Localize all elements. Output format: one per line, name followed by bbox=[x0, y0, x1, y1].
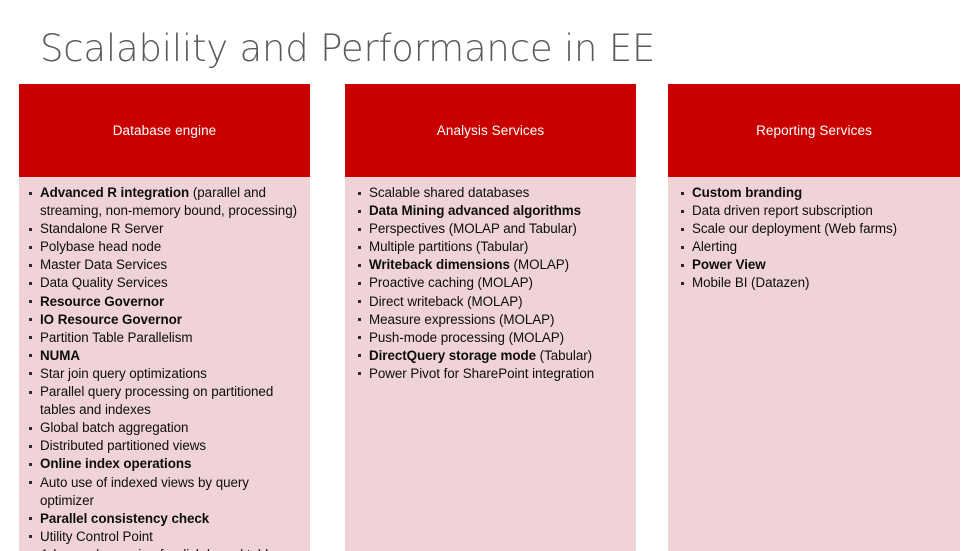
column-header-label: Database engine bbox=[112, 122, 217, 138]
list-item-emphasis: IO Resource Governor bbox=[40, 311, 182, 327]
list-item-text: Scale our deployment (Web farms) bbox=[692, 221, 898, 237]
list-item: Standalone R Server bbox=[25, 220, 304, 238]
list-item-text: Mobile BI (Datazen) bbox=[692, 275, 810, 291]
list-item: Push-mode processing (MOLAP) bbox=[354, 329, 630, 347]
list-item: Parallel consistency check bbox=[25, 510, 304, 528]
column-header-analysis-services: Analysis Services bbox=[345, 84, 636, 177]
list-item: Data Quality Services bbox=[25, 274, 304, 292]
list-item-text: Data Quality Services bbox=[40, 275, 168, 291]
list-item-emphasis: Advanced R integration bbox=[40, 185, 190, 200]
list-item-text: Polybase head node bbox=[40, 239, 162, 255]
column-body-database-engine: Advanced R integration (parallel and str… bbox=[19, 177, 310, 551]
list-item-text: (MOLAP) bbox=[509, 257, 570, 273]
list-item-text: (Tabular) bbox=[535, 347, 593, 363]
list-item: Scalable shared databases bbox=[354, 184, 630, 202]
list-item-emphasis: NUMA bbox=[40, 347, 80, 363]
list-item: Mobile BI (Datazen) bbox=[677, 274, 954, 292]
list-item: Master Data Services bbox=[25, 256, 304, 274]
list-item: Distributed partitioned views bbox=[25, 437, 304, 455]
list-item-text: Partition Table Parallelism bbox=[40, 329, 193, 345]
list-item-emphasis: Writeback dimensions bbox=[369, 257, 510, 273]
list-item: Multiple partitions (Tabular) bbox=[354, 238, 630, 256]
column-body-reporting-services: Custom branding Data driven report subscr… bbox=[668, 177, 960, 551]
list-item-text: Alerting bbox=[692, 239, 738, 255]
list-item: Star join query optimizations bbox=[25, 365, 304, 383]
list-item-text: Proactive caching (MOLAP) bbox=[369, 275, 533, 291]
list-item: Writeback dimensions (MOLAP) bbox=[354, 256, 630, 274]
column-header-database-engine: Database engine bbox=[19, 84, 310, 177]
list-item: Online index operations bbox=[25, 455, 304, 473]
list-item-text: Scalable shared databases bbox=[369, 185, 530, 200]
list-item-text: Star join query optimizations bbox=[40, 365, 207, 381]
list-item-emphasis: Online index operations bbox=[40, 456, 192, 472]
list-item: IO Resource Governor bbox=[25, 311, 304, 329]
list-item-emphasis: Data Mining advanced algorithms bbox=[369, 203, 581, 219]
list-item: Scale our deployment (Web farms) bbox=[677, 220, 954, 238]
list-item-text: Perspectives (MOLAP and Tabular) bbox=[369, 221, 577, 237]
list-item: Data Mining advanced algorithms bbox=[354, 202, 630, 220]
list-item-text: Data driven report subscription bbox=[692, 203, 873, 219]
column-analysis-services: Analysis Services Scalable shared databa… bbox=[345, 84, 636, 551]
bullet-list-database-engine: Advanced R integration (parallel and str… bbox=[25, 184, 304, 551]
list-item: Perspectives (MOLAP and Tabular) bbox=[354, 220, 630, 238]
list-item: Power View bbox=[677, 256, 954, 274]
list-item: Alerting bbox=[677, 238, 954, 256]
list-item: Proactive caching (MOLAP) bbox=[354, 274, 630, 292]
list-item: Custom branding bbox=[677, 184, 954, 202]
list-item: Resource Governor bbox=[25, 293, 304, 311]
list-item-text: Power Pivot for SharePoint integration bbox=[369, 365, 595, 381]
columns-container: Database engine Advanced R integration (… bbox=[0, 84, 979, 551]
list-item: NUMA bbox=[25, 347, 304, 365]
list-item-text: Master Data Services bbox=[40, 257, 167, 273]
list-item: Direct writeback (MOLAP) bbox=[354, 293, 630, 311]
bullet-list-analysis-services: Scalable shared databases Data Mining adv… bbox=[354, 184, 630, 383]
list-item: Polybase head node bbox=[25, 238, 304, 256]
list-item-emphasis: Custom branding bbox=[692, 185, 803, 200]
list-item: DirectQuery storage mode (Tabular) bbox=[354, 347, 630, 365]
list-item: Advanced scanning for disk-based tables bbox=[25, 546, 304, 551]
list-item: Utility Control Point bbox=[25, 528, 304, 546]
list-item-text: Measure expressions (MOLAP) bbox=[369, 311, 555, 327]
list-item: Auto use of indexed views by query optim… bbox=[25, 474, 304, 510]
column-body-analysis-services: Scalable shared databases Data Mining adv… bbox=[345, 177, 636, 551]
column-header-label: Analysis Services bbox=[436, 122, 545, 138]
column-reporting-services: Reporting Services Custom branding Data d… bbox=[668, 84, 960, 551]
list-item-emphasis: Parallel consistency check bbox=[40, 510, 210, 526]
list-item-text: Direct writeback (MOLAP) bbox=[369, 293, 523, 309]
list-item-emphasis: DirectQuery storage mode bbox=[369, 347, 536, 363]
list-item-text: Utility Control Point bbox=[40, 528, 153, 544]
list-item: Power Pivot for SharePoint integration bbox=[354, 365, 630, 383]
list-item-text: Standalone R Server bbox=[40, 221, 164, 237]
list-item-text: Multiple partitions (Tabular) bbox=[369, 239, 529, 255]
list-item-text: Distributed partitioned views bbox=[40, 438, 207, 454]
list-item: Parallel query processing on partitioned… bbox=[25, 383, 304, 419]
slide: Scalability and Performance in EE Databa… bbox=[0, 0, 979, 551]
column-header-reporting-services: Reporting Services bbox=[668, 84, 960, 177]
list-item-emphasis: Power View bbox=[692, 257, 766, 273]
list-item: Advanced R integration (parallel and str… bbox=[25, 184, 304, 220]
list-item-text: Auto use of indexed views by query optim… bbox=[40, 474, 249, 508]
list-item: Data driven report subscription bbox=[677, 202, 954, 220]
list-item: Measure expressions (MOLAP) bbox=[354, 311, 630, 329]
list-item-text: Advanced scanning for disk-based tables bbox=[40, 547, 282, 551]
page-title: Scalability and Performance in EE bbox=[40, 27, 656, 70]
list-item-emphasis: Resource Governor bbox=[40, 293, 165, 309]
list-item: Partition Table Parallelism bbox=[25, 329, 304, 347]
list-item: Global batch aggregation bbox=[25, 419, 304, 437]
list-item-text: Global batch aggregation bbox=[40, 420, 189, 436]
list-item-text: Push-mode processing (MOLAP) bbox=[369, 329, 565, 345]
list-item-text: Parallel query processing on partitioned… bbox=[40, 384, 274, 418]
column-header-label: Reporting Services bbox=[756, 122, 872, 138]
column-database-engine: Database engine Advanced R integration (… bbox=[19, 84, 310, 551]
bullet-list-reporting-services: Custom branding Data driven report subscr… bbox=[677, 184, 954, 293]
